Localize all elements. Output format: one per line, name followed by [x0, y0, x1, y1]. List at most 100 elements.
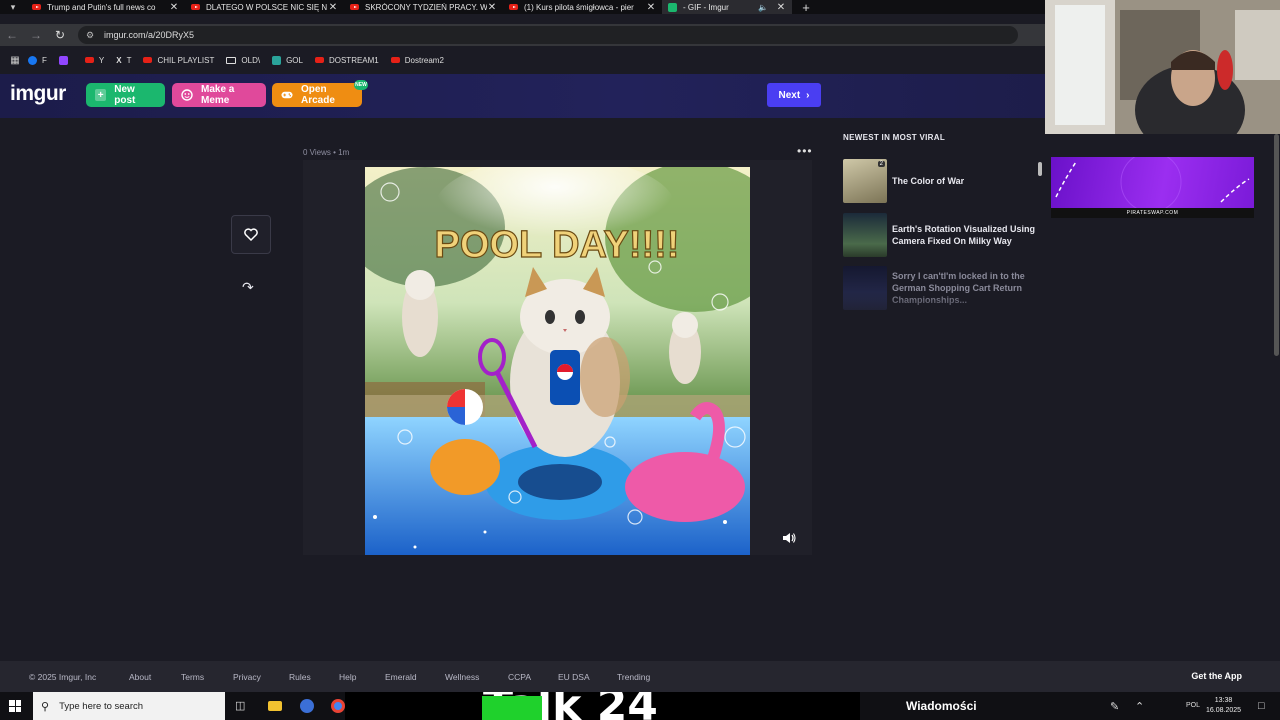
tab-close-icon[interactable]: ✕: [169, 2, 179, 13]
sidebar-post-title: The Color of War: [892, 176, 965, 186]
footer-link-privacy[interactable]: Privacy: [233, 672, 261, 682]
browser-tab-active[interactable]: - GIF - Imgur 🔈 ✕: [662, 0, 792, 14]
twitch-icon: [58, 55, 68, 65]
stream-overlay-banner: Talk 24: [345, 692, 860, 720]
webcam-overlay: [1045, 0, 1280, 134]
x-icon: X: [116, 55, 122, 65]
tab-close-icon[interactable]: ✕: [776, 2, 786, 13]
browser-tab[interactable]: Trump and Putin's full news co ✕: [26, 0, 185, 14]
taskbar-clock[interactable]: 13:38 16.08.2025: [1206, 696, 1241, 716]
favorite-button[interactable]: [231, 215, 271, 254]
bookmark-item[interactable]: CHIL PLAYLIST: [143, 56, 214, 65]
share-arrow-icon[interactable]: ↷: [242, 279, 254, 296]
post-thumbnail: [843, 213, 887, 257]
file-explorer-icon[interactable]: [268, 701, 282, 711]
tab-title: SKRÓCONY TYDZIEŃ PRACY. W: [365, 2, 487, 12]
footer-link-about[interactable]: About: [129, 672, 151, 682]
sidebar-post-title: Earth's Rotation Visualized Using Camera…: [892, 224, 1035, 246]
chrome-icon[interactable]: [331, 699, 345, 713]
gamepad-icon: [281, 89, 293, 101]
bookmark-label: Dostream2: [404, 55, 444, 65]
footer-link-rules[interactable]: Rules: [289, 672, 311, 682]
imgur-logo[interactable]: imgur: [10, 82, 66, 106]
bookmark-item[interactable]: Dostream2: [390, 55, 444, 65]
footer-link-eu-dsa[interactable]: EU DSA: [558, 672, 590, 682]
footer-link-terms[interactable]: Terms: [181, 672, 204, 682]
bookmark-item[interactable]: Y: [84, 56, 104, 65]
get-the-app-link[interactable]: Get the App: [1191, 671, 1242, 681]
search-placeholder: Type here to search: [59, 700, 144, 712]
page-scrollbar-thumb[interactable]: [1274, 134, 1279, 356]
ad-text: PIRATESWAP.COM: [1126, 210, 1179, 216]
address-bar-row: ← → ↻ ⚙ imgur.com/a/20DRyX5: [0, 24, 1045, 46]
bookmark-item[interactable]: X T: [116, 56, 131, 65]
footer-link-ccpa[interactable]: CCPA: [508, 672, 531, 682]
image-count-badge: 2: [877, 161, 885, 167]
bookmark-folder[interactable]: OLD\: [226, 56, 260, 65]
clock-time: 13:38: [1214, 697, 1233, 704]
sidebar-post-item[interactable]: 2 The Color of War: [843, 159, 1045, 203]
language-indicator[interactable]: POL: [1186, 702, 1200, 709]
tab-close-icon[interactable]: ✕: [487, 2, 497, 13]
bookmark-item[interactable]: GOL: [272, 55, 303, 65]
bookmark-item[interactable]: F: [28, 55, 47, 65]
url-text: imgur.com/a/20DRyX5: [104, 30, 195, 40]
bookmark-item[interactable]: [58, 55, 73, 65]
imgur-footer: © 2025 Imgur, Inc About Terms Privacy Ru…: [0, 661, 1280, 692]
url-input[interactable]: ⚙ imgur.com/a/20DRyX5: [78, 26, 1018, 44]
next-post-button[interactable]: Next ›: [767, 83, 821, 107]
browser-tab[interactable]: SKRÓCONY TYDZIEŃ PRACY. W ✕: [344, 0, 503, 14]
task-view-icon[interactable]: ◫: [235, 699, 249, 713]
footer-copyright: © 2025 Imgur, Inc: [29, 672, 97, 682]
windows-start-icon[interactable]: [9, 700, 21, 712]
footer-link-emerald[interactable]: Emerald: [385, 672, 417, 682]
footer-link-trending[interactable]: Trending: [617, 672, 650, 682]
pirateswap-ad-banner[interactable]: PIRATESWAP.COM: [1051, 157, 1254, 218]
notification-icon[interactable]: □: [1258, 700, 1265, 712]
footer-link-help[interactable]: Help: [339, 672, 356, 682]
apps-grid-icon[interactable]: ▦: [2, 55, 28, 66]
youtube-icon: [84, 57, 94, 63]
youtube-icon: [350, 4, 359, 10]
volume-icon[interactable]: [782, 532, 796, 547]
tab-audio-icon[interactable]: 🔈: [758, 3, 768, 12]
imgur-header: imgur + New post Make a Meme Open Arcade…: [0, 74, 1045, 118]
more-options-icon[interactable]: •••: [797, 144, 813, 158]
bookmark-label: DOSTREAM1: [328, 55, 379, 65]
sidebar-scroll-indicator[interactable]: [1038, 162, 1042, 176]
taskbar-search-input[interactable]: ⚲ Type here to search: [33, 692, 225, 720]
tray-chevron-up-icon[interactable]: ⌃: [1135, 700, 1144, 713]
tab-search-chevron-icon[interactable]: ▾: [0, 0, 26, 14]
news-widget[interactable]: Wiadomości: [906, 699, 977, 713]
forward-arrow-icon[interactable]: →: [24, 28, 48, 42]
tab-close-icon[interactable]: ✕: [646, 2, 656, 13]
youtube-icon: [509, 4, 518, 10]
browser-tab[interactable]: (1) Kurs pilota śmigłowca - pier ✕: [503, 0, 662, 14]
tab-title: - GIF - Imgur: [683, 2, 729, 12]
new-post-button[interactable]: + New post: [86, 83, 165, 107]
reload-icon[interactable]: ↻: [48, 28, 72, 42]
new-tab-button[interactable]: +: [796, 0, 816, 15]
bookmark-label: GOL: [286, 55, 303, 65]
tray-notes-icon[interactable]: ✎: [1110, 700, 1119, 713]
tab-title: DLATEGO W POLSCE NIC SIĘ N: [206, 2, 328, 12]
make-a-meme-button[interactable]: Make a Meme: [172, 83, 266, 107]
back-arrow-icon[interactable]: ←: [0, 28, 24, 42]
sidebar-post-item[interactable]: Earth's Rotation Visualized Using Camera…: [843, 213, 1045, 257]
tab-close-icon[interactable]: ✕: [328, 2, 338, 13]
post-gif[interactable]: POOL DAY!!!!: [365, 167, 750, 555]
bookmark-label: T: [126, 55, 132, 65]
stream-banner-accent: [482, 696, 542, 720]
footer-link-wellness[interactable]: Wellness: [445, 672, 479, 682]
chevron-right-icon: ›: [806, 89, 810, 101]
make-a-meme-label: Make a Meme: [201, 84, 235, 106]
gif-caption-text: POOL DAY!!!!: [435, 224, 680, 266]
bookmark-item[interactable]: DOSTREAM1: [314, 55, 379, 65]
post-thumbnail: 2: [843, 159, 887, 203]
tab-title: (1) Kurs pilota śmigłowca - pier: [524, 2, 634, 12]
site-settings-icon[interactable]: ⚙: [86, 30, 98, 41]
open-arcade-button[interactable]: Open Arcade: [272, 83, 362, 107]
search-icon: ⚲: [41, 700, 50, 713]
browser-tab[interactable]: DLATEGO W POLSCE NIC SIĘ N ✕: [185, 0, 344, 14]
app-icon[interactable]: [300, 699, 314, 713]
